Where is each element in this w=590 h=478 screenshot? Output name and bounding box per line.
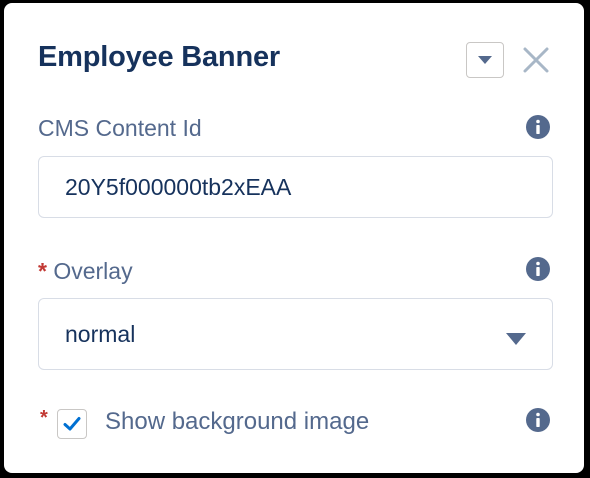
chevron-down-icon	[478, 56, 492, 64]
panel-title: Employee Banner	[38, 41, 280, 73]
checkmark-icon	[63, 417, 81, 431]
cms-content-id-value: 20Y5f000000tb2xEAA	[65, 174, 292, 200]
cms-content-id-input[interactable]: 20Y5f000000tb2xEAA	[38, 156, 553, 218]
overlay-label: * Overlay	[38, 258, 133, 285]
show-background-image-label: Show background image	[105, 408, 370, 435]
info-icon[interactable]	[525, 256, 551, 282]
required-marker: *	[38, 258, 47, 284]
property-editor-panel: Employee Banner CMS Content Id 20Y5f0000…	[4, 3, 584, 473]
required-marker: *	[40, 407, 48, 429]
show-background-image-checkbox[interactable]	[57, 409, 87, 439]
cms-content-id-label: CMS Content Id	[38, 115, 202, 141]
close-button[interactable]	[520, 44, 552, 76]
header-dropdown-button[interactable]	[466, 42, 504, 78]
chevron-down-icon	[506, 333, 526, 345]
overlay-label-text: Overlay	[53, 258, 133, 284]
info-icon[interactable]	[525, 114, 551, 140]
info-icon[interactable]	[525, 407, 551, 433]
overlay-select[interactable]: normal	[38, 298, 553, 370]
close-icon	[523, 47, 549, 73]
overlay-selected-value: normal	[65, 321, 136, 347]
